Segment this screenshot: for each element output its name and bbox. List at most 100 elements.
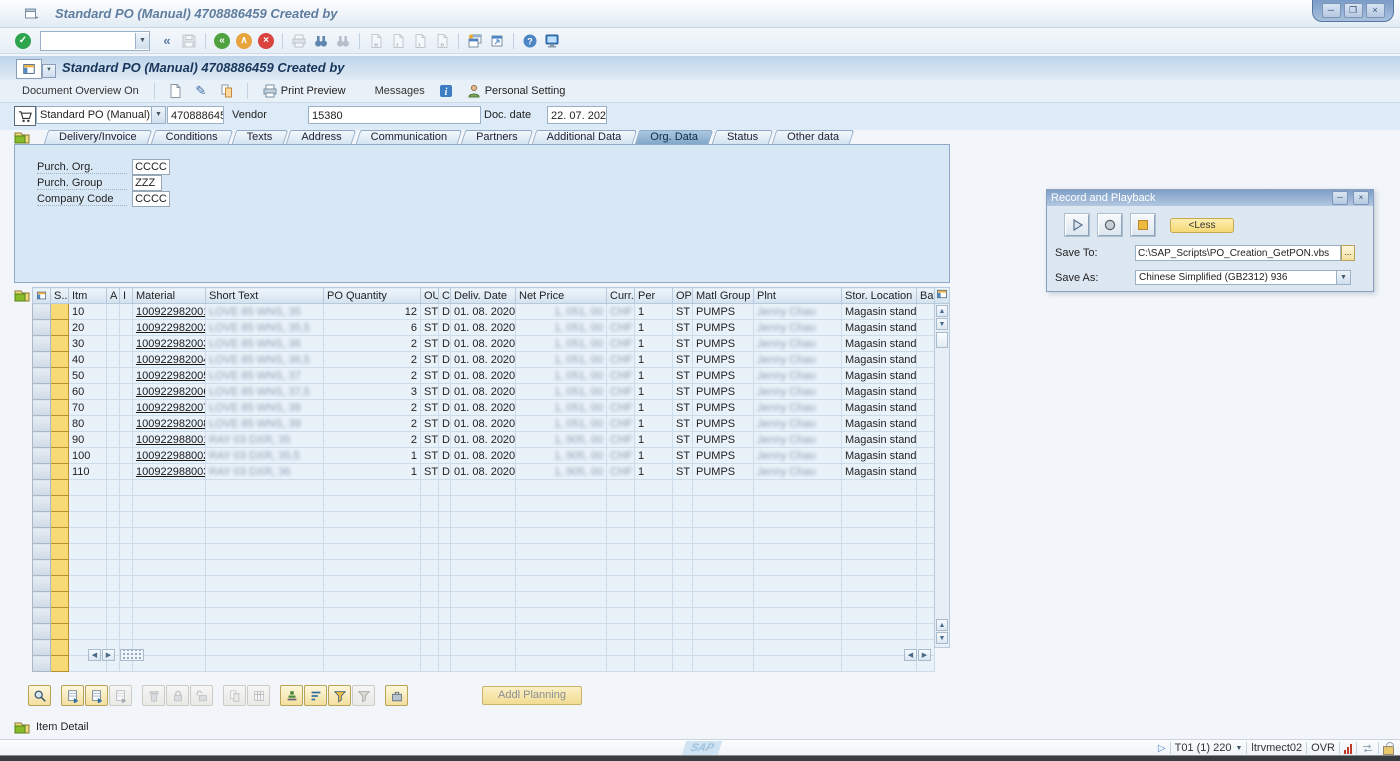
addl-planning-button[interactable]: Addl Planning	[482, 686, 582, 705]
collapse-toolbar-icon[interactable]: «	[156, 31, 178, 51]
row-selector[interactable]	[33, 624, 51, 640]
item-insert-button[interactable]	[61, 685, 84, 706]
material-link[interactable]: 100922982002	[133, 320, 206, 336]
vscroll-thumb[interactable]	[936, 332, 948, 348]
column-header-a[interactable]: A	[107, 288, 120, 304]
messages-info-icon[interactable]	[435, 81, 457, 101]
material-link[interactable]: 100922982008	[133, 416, 206, 432]
default-values-button[interactable]	[280, 685, 303, 706]
create-shortcut-icon[interactable]	[486, 31, 508, 51]
column-header-opu[interactable]: OPU	[673, 288, 693, 304]
enter-icon[interactable]: ✓	[12, 31, 34, 51]
row-selector[interactable]	[33, 464, 51, 480]
row-status-cell[interactable]	[51, 416, 69, 432]
row-status-cell[interactable]	[51, 608, 69, 624]
row-selector[interactable]	[33, 336, 51, 352]
stop-button[interactable]	[1131, 214, 1155, 236]
row-status-cell[interactable]	[51, 576, 69, 592]
addl-functions-button[interactable]	[385, 685, 408, 706]
scroll-down-bottom-icon[interactable]: ▼	[936, 632, 948, 644]
column-header-batc[interactable]: Batc	[917, 288, 935, 304]
tab-other-data[interactable]: Other data	[774, 130, 852, 144]
insert-mode-indicator[interactable]: OVR	[1311, 742, 1335, 754]
row-selector[interactable]	[33, 480, 51, 496]
tab-communication[interactable]: Communication	[358, 130, 460, 144]
order-type-select[interactable]: Standard PO (Manual) ▼	[36, 106, 166, 124]
lock-item-button[interactable]	[166, 685, 189, 706]
previous-page-icon[interactable]: ‹	[387, 31, 409, 51]
material-link[interactable]: 100922988001	[133, 432, 206, 448]
print-icon[interactable]	[288, 31, 310, 51]
table-config-icon[interactable]	[935, 288, 949, 304]
tab-status[interactable]: Status	[714, 130, 771, 144]
dialog-close-icon[interactable]: ×	[1353, 191, 1369, 205]
title-dropdown-icon[interactable]: ▼	[42, 64, 56, 78]
help-icon[interactable]	[519, 31, 541, 51]
tab-partners[interactable]: Partners	[463, 130, 531, 144]
tab-additional-data[interactable]: Additional Data	[534, 130, 635, 144]
row-status-cell[interactable]	[51, 592, 69, 608]
row-status-cell[interactable]	[51, 320, 69, 336]
vertical-scrollbar[interactable]: ▲ ▼ ▲ ▼	[934, 287, 950, 648]
messages-button[interactable]: Messages	[369, 83, 431, 99]
row-selector[interactable]	[33, 432, 51, 448]
row-status-cell[interactable]	[51, 512, 69, 528]
system-session-info[interactable]: T01 (1) 220	[1175, 742, 1232, 754]
row-selector[interactable]	[33, 512, 51, 528]
row-status-cell[interactable]	[51, 448, 69, 464]
save-icon[interactable]	[178, 31, 200, 51]
material-link[interactable]: 100922988002	[133, 448, 206, 464]
hscroll-thumb[interactable]	[120, 649, 144, 661]
scroll-up-bottom-icon[interactable]: ▲	[936, 619, 948, 631]
personal-setting-button[interactable]: Personal Setting	[461, 83, 571, 99]
item-copy-button[interactable]	[109, 685, 132, 706]
calculate-button[interactable]	[247, 685, 270, 706]
dialog-minimize-icon[interactable]: ─	[1332, 191, 1348, 205]
command-dropdown-icon[interactable]: ▼	[135, 33, 149, 49]
column-header-stor-location[interactable]: Stor. Location	[842, 288, 917, 304]
dialog-titlebar[interactable]: Record and Playback ─ ×	[1047, 190, 1373, 206]
row-selector[interactable]	[33, 368, 51, 384]
row-selector[interactable]	[33, 384, 51, 400]
column-header-material[interactable]: Material	[133, 288, 206, 304]
row-selector[interactable]	[33, 400, 51, 416]
row-status-cell[interactable]	[51, 560, 69, 576]
row-status-cell[interactable]	[51, 624, 69, 640]
row-selector[interactable]	[33, 576, 51, 592]
filter-button[interactable]	[328, 685, 351, 706]
item-insert-multi-button[interactable]	[85, 685, 108, 706]
browse-button[interactable]: ...	[1341, 245, 1355, 261]
chevron-down-icon[interactable]: ▼	[1336, 271, 1350, 284]
scroll-left-icon[interactable]: ◀	[88, 649, 101, 661]
create-document-icon[interactable]	[164, 81, 186, 101]
back-icon[interactable]: «	[211, 31, 233, 51]
column-header-deliv-date[interactable]: Deliv. Date	[451, 288, 516, 304]
last-page-icon[interactable]: »	[431, 31, 453, 51]
doc-date-field[interactable]: 22. 07. 2020	[547, 106, 607, 124]
save-to-input[interactable]	[1135, 245, 1341, 261]
material-link[interactable]: 100922988003	[133, 464, 206, 480]
scroll-left-end-icon[interactable]: ◀	[904, 649, 917, 661]
sort-button[interactable]	[304, 685, 327, 706]
status-play-icon[interactable]: ▷	[1158, 743, 1166, 754]
tab-texts[interactable]: Texts	[234, 130, 286, 144]
material-link[interactable]: 100922982007	[133, 400, 206, 416]
row-status-cell[interactable]	[51, 368, 69, 384]
tab-address[interactable]: Address	[288, 130, 354, 144]
item-detail-folder-icon[interactable]	[14, 719, 30, 735]
row-status-cell[interactable]	[51, 480, 69, 496]
delete-item-button[interactable]	[142, 685, 165, 706]
column-header-s-[interactable]: S..	[51, 288, 69, 304]
column-header-net-price[interactable]: Net Price	[516, 288, 607, 304]
scroll-down-icon[interactable]: ▼	[936, 318, 948, 330]
save-as-dropdown[interactable]: Chinese Simplified (GB2312) 936 ▼	[1135, 270, 1351, 285]
document-overview-button[interactable]: Document Overview On	[16, 83, 145, 99]
new-session-icon[interactable]	[464, 31, 486, 51]
purch-group-field[interactable]: ZZZ	[132, 175, 162, 191]
row-status-cell[interactable]	[51, 352, 69, 368]
cancel-icon[interactable]: ×	[255, 31, 277, 51]
print-preview-button[interactable]: Print Preview	[257, 83, 351, 99]
copy-document-icon[interactable]	[216, 81, 238, 101]
scroll-up-icon[interactable]: ▲	[936, 305, 948, 317]
remove-filter-button[interactable]	[352, 685, 375, 706]
